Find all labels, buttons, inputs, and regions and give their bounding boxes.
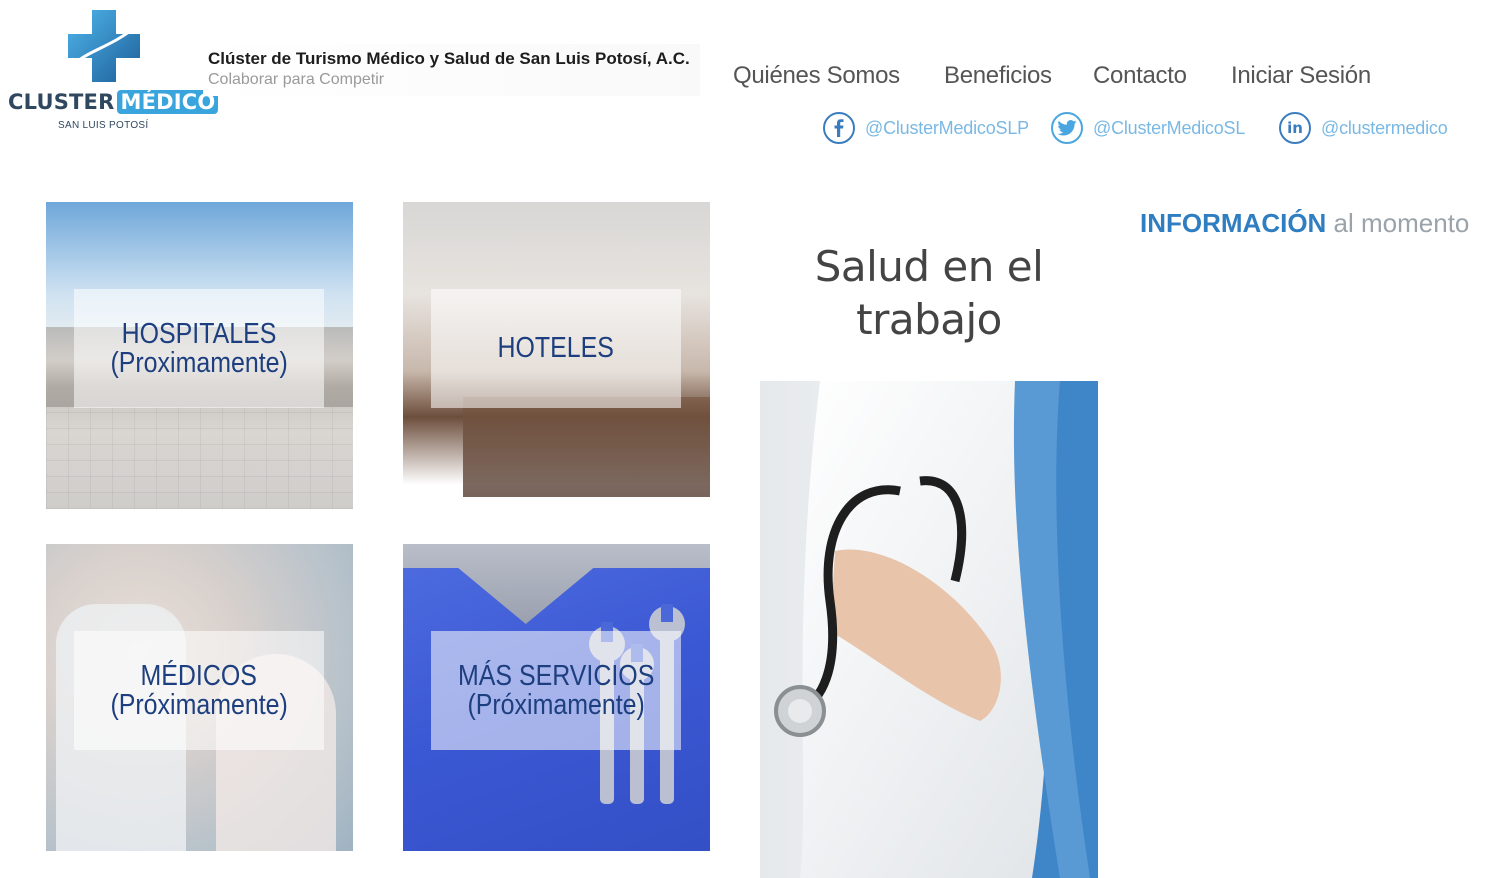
logo-wordmark: CLUSTER MÉDICO: [8, 90, 219, 114]
tile-label-panel: MÉDICOS (Próximamente): [74, 631, 324, 750]
tile-mas-servicios[interactable]: MÁS SERVICIOS (Próximamente): [403, 544, 710, 851]
doctor-stethoscope-photo[interactable]: [760, 381, 1098, 878]
tile-label-panel: HOTELES: [431, 289, 681, 408]
facebook-icon[interactable]: [823, 112, 855, 144]
tile-status: (Próximamente): [110, 688, 288, 721]
feature-title[interactable]: Salud en el trabajo: [760, 240, 1098, 346]
nav-contacto[interactable]: Contacto: [1093, 62, 1187, 90]
social-handle[interactable]: @ClusterMedicoSLP: [865, 118, 1029, 139]
tile-title: MÁS SERVICIOS: [457, 659, 655, 692]
linkedin-icon[interactable]: in: [1279, 112, 1311, 144]
tile-hospitales[interactable]: HOSPITALES (Proximamente): [46, 202, 353, 509]
tile-label-panel: HOSPITALES (Proximamente): [74, 289, 324, 408]
nav-quienes-somos[interactable]: Quiénes Somos: [733, 62, 900, 90]
brand-block: Clúster de Turismo Médico y Salud de San…: [203, 44, 700, 96]
social-linkedin[interactable]: in @clustermedico: [1279, 112, 1448, 144]
tile-status: (Próximamente): [467, 688, 645, 721]
info-strong: INFORMACIÓN: [1140, 208, 1327, 238]
tile-title: HOTELES: [497, 332, 615, 364]
tile-status: (Proximamente): [110, 346, 288, 379]
tile-title: HOSPITALES: [121, 317, 277, 350]
social-handle[interactable]: @clustermedico: [1321, 118, 1448, 139]
tile-title: MÉDICOS: [140, 659, 258, 692]
cluster-medico-logo[interactable]: CLUSTER MÉDICO SAN LUIS POTOSÍ: [6, 10, 219, 135]
social-facebook[interactable]: @ClusterMedicoSLP: [823, 112, 1029, 144]
social-twitter[interactable]: @ClusterMedicoSL: [1051, 112, 1245, 144]
info-heading: INFORMACIÓN al momento: [1140, 208, 1469, 239]
doctor-illustration: [760, 381, 1098, 878]
twitter-icon[interactable]: [1051, 112, 1083, 144]
tile-label-panel: MÁS SERVICIOS (Próximamente): [431, 631, 681, 750]
medical-cross-icon: [68, 10, 140, 82]
info-light: al momento: [1326, 208, 1470, 238]
social-handle[interactable]: @ClusterMedicoSL: [1093, 118, 1245, 139]
tile-hoteles[interactable]: HOTELES: [403, 202, 710, 509]
brand-title: Clúster de Turismo Médico y Salud de San…: [208, 49, 690, 68]
tile-medicos[interactable]: MÉDICOS (Próximamente): [46, 544, 353, 851]
nav-iniciar-sesion[interactable]: Iniciar Sesión: [1231, 62, 1371, 90]
nav-beneficios[interactable]: Beneficios: [944, 62, 1052, 90]
brand-tagline: Colaborar para Competir: [208, 71, 385, 88]
logo-subtitle: SAN LUIS POTOSÍ: [58, 120, 149, 131]
